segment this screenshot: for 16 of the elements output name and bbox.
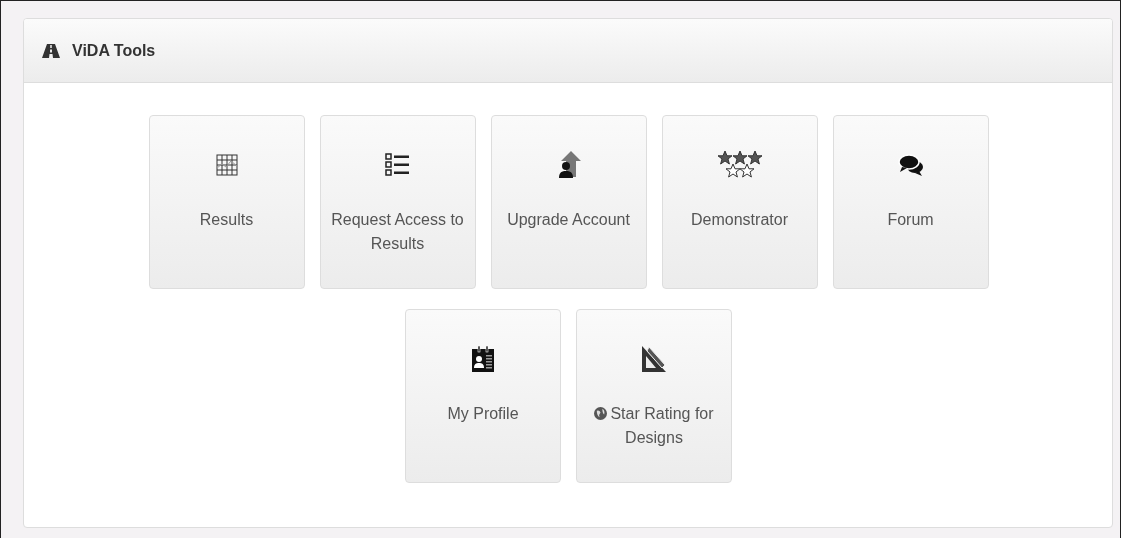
globe-icon: [594, 407, 608, 420]
panel-title: ViDA Tools: [72, 41, 156, 60]
tool-tile[interactable]: Upgrade Account: [490, 115, 647, 289]
tool-tile[interactable]: Forum: [832, 115, 989, 289]
grid-chart-icon: [215, 154, 238, 176]
checklist-icon: [384, 153, 411, 177]
road-icon: [42, 43, 60, 58]
id-badge-icon: [472, 346, 494, 372]
tool-tile[interactable]: My Profile: [405, 309, 561, 483]
tool-tile[interactable]: Star Rating for Designs: [576, 309, 732, 483]
chat-bubbles-icon: [897, 153, 924, 177]
set-square-pencil-icon: [641, 345, 667, 373]
upload-user-icon: [556, 151, 581, 179]
tool-tile[interactable]: Demonstrator: [661, 115, 818, 289]
tool-tile[interactable]: Request Access to Results: [319, 115, 476, 289]
tool-tile[interactable]: Results: [148, 115, 305, 289]
